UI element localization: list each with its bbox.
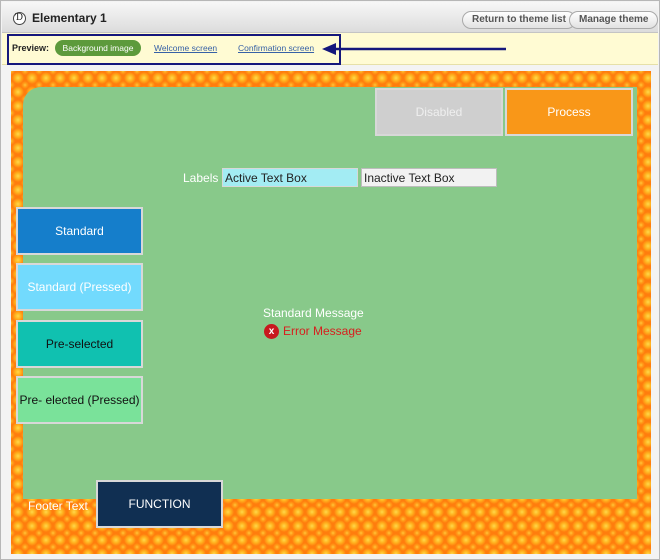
process-button[interactable]: Process — [505, 88, 633, 136]
annotation-highlight-box — [7, 34, 341, 65]
active-text-box[interactable] — [222, 168, 358, 187]
error-message: Error Message — [283, 324, 362, 338]
footer-text: Footer Text — [28, 499, 88, 513]
background-image-area: Disabled Process Labels Standard Standar… — [11, 71, 651, 554]
preselected-pressed-button[interactable]: Pre- elected (Pressed) — [16, 376, 143, 424]
manage-theme-button[interactable]: Manage theme — [569, 11, 659, 29]
preview-bar: Preview: Background image Welcome screen… — [2, 33, 658, 65]
title-bar: Ɗ Elementary 1 Return to theme list Mana… — [2, 2, 659, 33]
theme-logo-icon: Ɗ — [13, 12, 26, 25]
preselected-button[interactable]: Pre-selected — [16, 320, 143, 368]
inactive-text-box[interactable] — [361, 168, 497, 187]
return-to-theme-list-button[interactable]: Return to theme list — [462, 11, 576, 29]
disabled-button[interactable]: Disabled — [375, 88, 503, 136]
standard-button[interactable]: Standard — [16, 207, 143, 255]
function-button[interactable]: FUNCTION — [96, 480, 223, 528]
theme-title: Elementary 1 — [32, 11, 107, 25]
standard-pressed-button[interactable]: Standard (Pressed) — [16, 263, 143, 311]
error-message-row: x Error Message — [264, 323, 362, 339]
standard-message: Standard Message — [263, 306, 364, 320]
labels-text: Labels — [183, 171, 219, 185]
error-icon: x — [264, 323, 279, 339]
annotation-arrow-icon — [322, 43, 506, 55]
theme-preview-window: Ɗ Elementary 1 Return to theme list Mana… — [0, 0, 660, 560]
